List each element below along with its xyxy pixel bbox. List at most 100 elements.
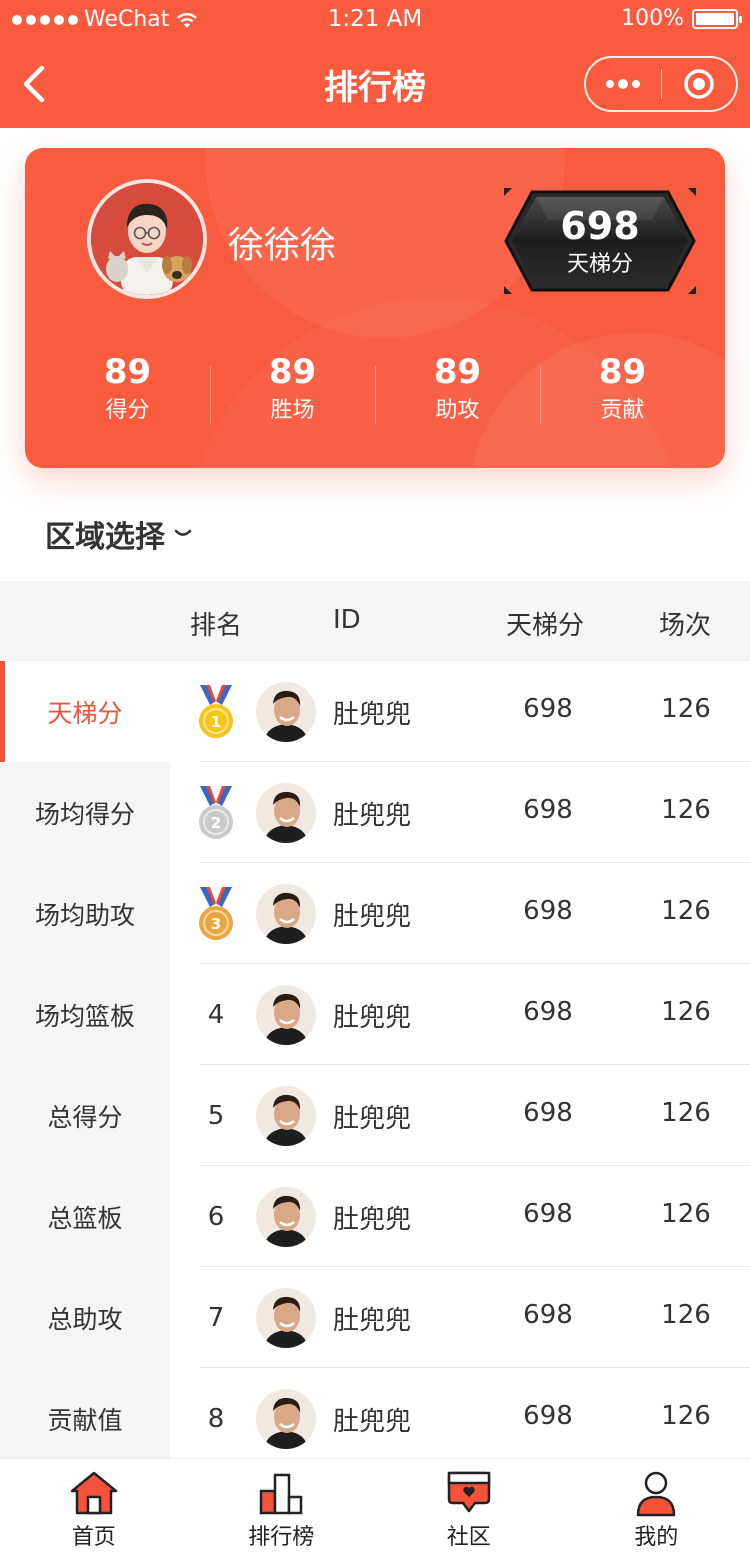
player-photo xyxy=(256,985,316,1045)
stat-contribution: 89 贡献 xyxy=(540,350,705,440)
tab-label: 首页 xyxy=(71,1525,116,1550)
svg-text:2: 2 xyxy=(211,814,221,832)
user-avatar-illustration xyxy=(91,183,203,295)
player-avatar xyxy=(256,1187,316,1247)
sidebar-item-ladder-score[interactable]: 天梯分 xyxy=(0,661,170,762)
more-button[interactable] xyxy=(586,58,661,110)
player-name: 肚兜兜 xyxy=(333,700,412,730)
player-name: 肚兜兜 xyxy=(333,1407,412,1437)
rank-medal: 2 xyxy=(194,762,238,863)
stat-label: 得分 xyxy=(105,398,150,423)
rank-number: 4 xyxy=(207,999,225,1030)
tab-label: 社区 xyxy=(446,1525,491,1550)
table-row[interactable]: 7 肚兜兜 698 126 xyxy=(170,1267,750,1368)
stat-label: 胜场 xyxy=(270,398,315,423)
player-ladder-score: 698 xyxy=(523,896,573,926)
chevron-down-icon xyxy=(174,529,192,536)
player-photo xyxy=(256,884,316,944)
player-name: 肚兜兜 xyxy=(333,1104,412,1134)
sidebar-item-avg-assists[interactable]: 场均助攻 xyxy=(0,863,170,964)
profile-card: 徐徐徐 698 天梯分 89 得分 89 胜场 89 助攻 89 贡献 xyxy=(25,148,725,468)
sidebar-item-avg-rebounds[interactable]: 场均篮板 xyxy=(0,964,170,1065)
sidebar-item-total-points[interactable]: 总得分 xyxy=(0,1065,170,1166)
player-name: 肚兜兜 xyxy=(333,902,412,932)
table-row[interactable]: 2 肚兜兜 698 126 xyxy=(170,762,750,863)
player-games-count: 126 xyxy=(661,896,711,926)
rank-medal: 1 xyxy=(194,661,238,762)
tab-home[interactable]: 首页 xyxy=(0,1459,188,1556)
player-games-count: 126 xyxy=(661,1199,711,1229)
sidebar-item-total-assists[interactable]: 总助攻 xyxy=(0,1267,170,1368)
player-avatar xyxy=(256,1288,316,1348)
player-ladder-score: 698 xyxy=(523,1199,573,1229)
player-photo xyxy=(256,783,316,843)
column-header-rank: 排名 xyxy=(190,611,243,641)
column-header-id: ID xyxy=(333,605,361,635)
tab-label: 排行榜 xyxy=(248,1525,315,1550)
nav-bar: 排行榜 xyxy=(0,40,750,128)
player-avatar xyxy=(256,682,316,742)
stat-value: 89 xyxy=(103,352,152,392)
player-name: 肚兜兜 xyxy=(333,1003,412,1033)
ladder-score-value: 698 xyxy=(560,204,640,248)
stat-value: 89 xyxy=(433,352,482,392)
player-photo xyxy=(256,1288,316,1348)
avatar[interactable] xyxy=(87,179,207,299)
tab-ranking[interactable]: 排行榜 xyxy=(188,1459,376,1556)
rank-number: 6 xyxy=(207,1201,225,1232)
player-games-count: 126 xyxy=(661,694,711,724)
profile-icon xyxy=(637,1471,676,1517)
stat-label: 助攻 xyxy=(435,398,480,423)
table-row[interactable]: 3 肚兜兜 698 126 xyxy=(170,863,750,964)
tab-bar: 首页 排行榜 社区 我的 xyxy=(0,1458,750,1556)
table-row[interactable]: 4 肚兜兜 698 126 xyxy=(170,964,750,1065)
target-icon xyxy=(684,69,714,99)
tab-me[interactable]: 我的 xyxy=(563,1459,750,1556)
player-avatar xyxy=(256,985,316,1045)
player-photo xyxy=(256,682,316,742)
player-games-count: 126 xyxy=(661,795,711,825)
table-row[interactable]: 6 肚兜兜 698 126 xyxy=(170,1166,750,1267)
sidebar-item-avg-points[interactable]: 场均得分 xyxy=(0,762,170,863)
player-avatar xyxy=(256,1086,316,1146)
player-ladder-score: 698 xyxy=(523,1098,573,1128)
player-name: 肚兜兜 xyxy=(333,1306,412,1336)
tab-community[interactable]: 社区 xyxy=(375,1459,563,1556)
miniprogram-capsule xyxy=(584,56,738,112)
rank-number: 7 xyxy=(207,1302,225,1333)
ranking-icon xyxy=(260,1473,303,1515)
category-sidebar: 天梯分 场均得分 场均助攻 场均篮板 总得分 总篮板 总助攻 贡献值 xyxy=(0,661,170,1461)
table-row[interactable]: 8 肚兜兜 698 126 xyxy=(170,1368,750,1469)
medal-icon: 1 xyxy=(199,684,233,738)
home-icon xyxy=(70,1471,117,1515)
player-ladder-score: 698 xyxy=(523,694,573,724)
more-dots-icon xyxy=(606,79,641,89)
player-ladder-score: 698 xyxy=(523,795,573,825)
battery-icon xyxy=(692,8,742,29)
player-avatar xyxy=(256,1389,316,1449)
player-name: 肚兜兜 xyxy=(333,1205,412,1235)
sidebar-item-total-rebounds[interactable]: 总篮板 xyxy=(0,1166,170,1267)
player-photo xyxy=(256,1389,316,1449)
close-miniprogram-button[interactable] xyxy=(662,58,737,110)
player-avatar xyxy=(256,884,316,944)
table-row[interactable]: 5 肚兜兜 698 126 xyxy=(170,1065,750,1166)
player-ladder-score: 698 xyxy=(523,1300,573,1330)
status-bar: WeChat 1:21 AM 100% xyxy=(0,0,750,40)
player-games-count: 126 xyxy=(661,997,711,1027)
column-header-games: 场次 xyxy=(659,611,712,641)
region-selector[interactable]: 区域选择 xyxy=(45,512,193,556)
sidebar-item-contribution[interactable]: 贡献值 xyxy=(0,1368,170,1469)
stat-label: 贡献 xyxy=(600,398,645,423)
svg-text:1: 1 xyxy=(211,713,221,731)
player-photo xyxy=(256,1187,316,1247)
rank-number: 5 xyxy=(207,1100,225,1131)
table-row[interactable]: 1 肚兜兜 698 126 xyxy=(170,661,750,762)
stat-value: 89 xyxy=(268,352,317,392)
player-ladder-score: 698 xyxy=(523,1401,573,1431)
medal-icon: 2 xyxy=(199,785,233,839)
rank-number: 8 xyxy=(207,1403,225,1434)
stat-value: 89 xyxy=(598,352,647,392)
stat-points: 89 得分 xyxy=(45,350,210,440)
player-games-count: 126 xyxy=(661,1300,711,1330)
